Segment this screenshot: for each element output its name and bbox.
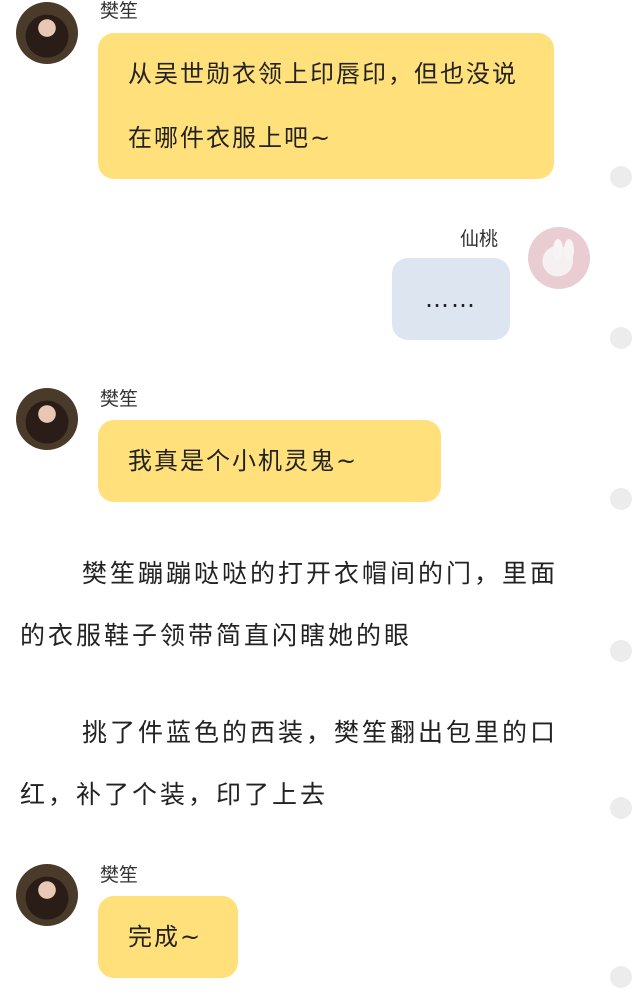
message-bubble[interactable]: ……: [392, 258, 510, 340]
sender-name: 樊笙: [100, 864, 139, 886]
sender-name: 樊笙: [100, 388, 139, 410]
scroll-dot: [610, 488, 632, 510]
avatar-xiantao[interactable]: [528, 227, 590, 289]
scroll-dot: [610, 166, 632, 188]
sender-name: 仙桃: [460, 228, 499, 250]
scroll-dot: [610, 640, 632, 662]
message-bubble[interactable]: 完成~: [98, 896, 238, 978]
avatar-fansheng[interactable]: [16, 388, 78, 450]
rabbit-ear-icon: [553, 239, 563, 261]
rabbit-ear-icon: [564, 239, 574, 261]
message-bubble[interactable]: 我真是个小机灵鬼~: [98, 420, 441, 502]
scroll-dot: [610, 327, 632, 349]
avatar-fansheng[interactable]: [16, 864, 78, 926]
avatar-fansheng[interactable]: [16, 2, 78, 64]
scroll-dot: [610, 966, 632, 988]
narration-paragraph: 樊笙蹦蹦哒哒的打开衣帽间的门，里面的衣服鞋子领带简直闪瞎她的眼: [20, 559, 559, 650]
sender-name: 樊笙: [100, 0, 139, 22]
scroll-dot: [610, 797, 632, 819]
message-bubble[interactable]: 从吴世勋衣领上印唇印，但也没说在哪件衣服上吧~: [98, 33, 554, 179]
narration-paragraph: 挑了件蓝色的西装，樊笙翻出包里的口红，补了个装，印了上去: [20, 718, 559, 809]
